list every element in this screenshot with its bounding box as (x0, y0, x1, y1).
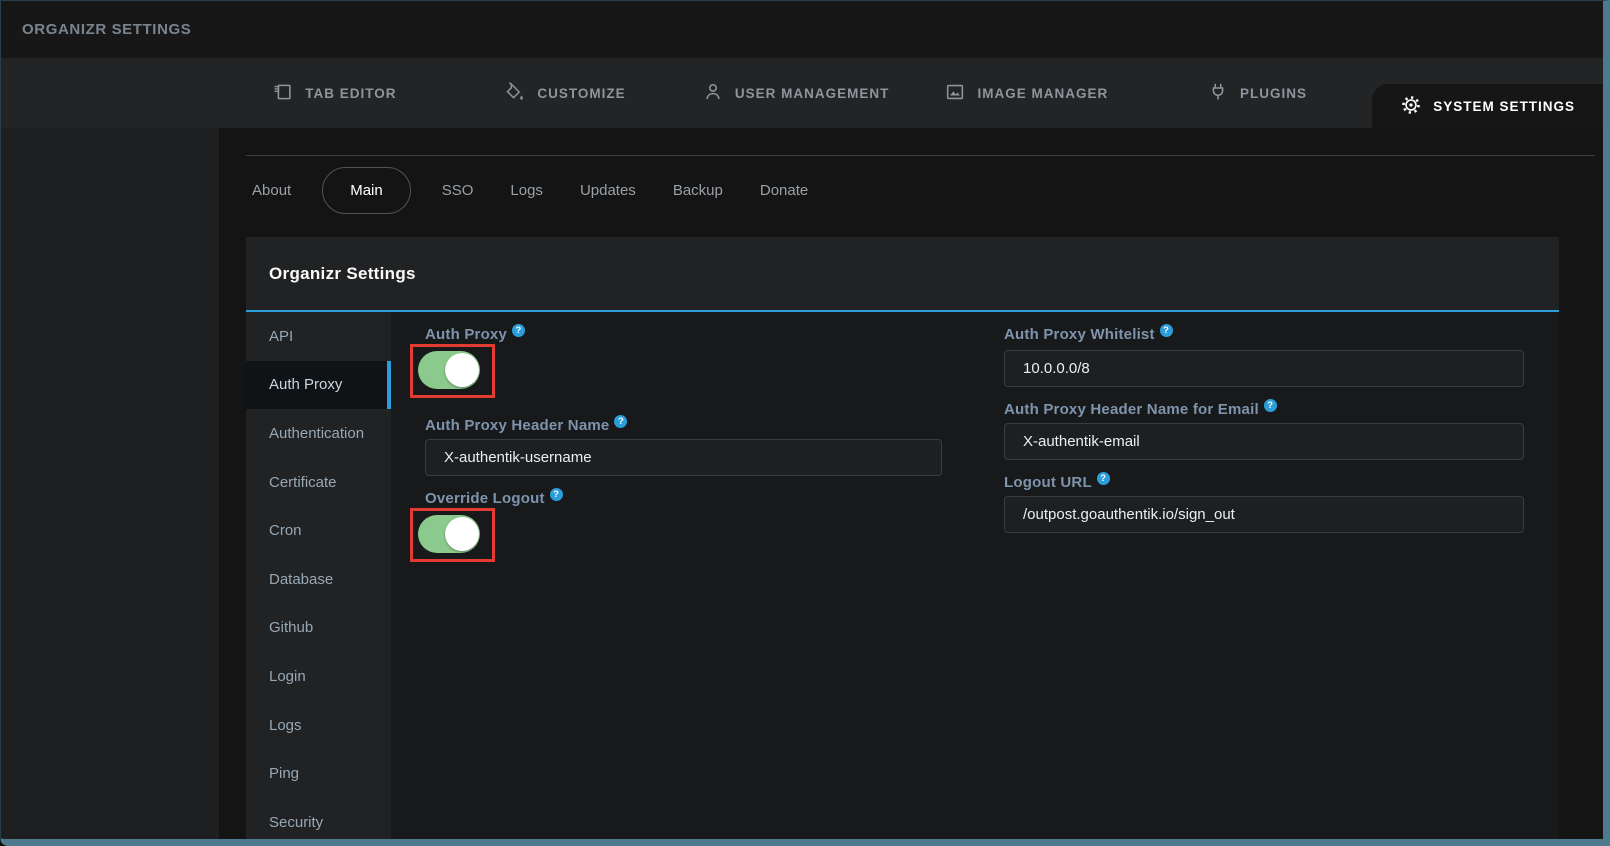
tab-label: SYSTEM SETTINGS (1433, 99, 1575, 114)
menu-item-api[interactable]: API (246, 312, 391, 361)
menu-item-login[interactable]: Login (246, 652, 391, 701)
logout-url-input[interactable] (1004, 496, 1524, 533)
tab-label: USER MANAGEMENT (735, 86, 890, 101)
tab-label: CUSTOMIZE (537, 86, 625, 101)
subtab-donate[interactable]: Donate (754, 182, 814, 199)
field-label: Logout URL? (1004, 472, 1524, 489)
tab-customize[interactable]: CUSTOMIZE (450, 58, 681, 128)
menu-item-authentication[interactable]: Authentication (246, 409, 391, 458)
toggle-knob (445, 353, 479, 387)
system-settings-subtabs: About Main SSO Logs Updates Backup Donat… (219, 156, 1603, 214)
subtab-about[interactable]: About (246, 182, 297, 199)
settings-nav-tabs: TAB EDITOR CUSTOMIZE USER MANAGEMENT IMA… (1, 58, 1603, 128)
tab-label: TAB EDITOR (305, 86, 396, 101)
tab-user-management[interactable]: USER MANAGEMENT (680, 58, 911, 128)
tab-tab-editor[interactable]: TAB EDITOR (219, 58, 450, 128)
menu-item-github[interactable]: Github (246, 604, 391, 653)
plugins-icon (1207, 81, 1229, 106)
customize-icon (504, 81, 526, 106)
tab-image-manager[interactable]: IMAGE MANAGER (911, 58, 1142, 128)
override-logout-toggle[interactable] (418, 515, 480, 553)
menu-item-certificate[interactable]: Certificate (246, 458, 391, 507)
help-icon[interactable]: ? (1264, 399, 1277, 412)
help-icon[interactable]: ? (1160, 324, 1173, 337)
system-settings-icon (1400, 94, 1422, 119)
auth-proxy-header-name-input[interactable] (425, 439, 942, 476)
app-window: ORGANIZR SETTINGS TAB EDITOR CUSTOMIZE U… (0, 0, 1610, 846)
auth-proxy-header-email-input[interactable] (1004, 423, 1524, 460)
subtab-backup[interactable]: Backup (667, 182, 729, 199)
help-icon[interactable]: ? (550, 488, 563, 501)
menu-item-logs[interactable]: Logs (246, 701, 391, 750)
help-icon[interactable]: ? (1097, 472, 1110, 485)
field-label: Auth Proxy Whitelist? (1004, 324, 1524, 341)
organizr-settings-panel: Organizr Settings API Auth Proxy Authent… (246, 237, 1559, 839)
tab-label: PLUGINS (1240, 86, 1307, 101)
tab-system-settings[interactable]: SYSTEM SETTINGS (1372, 84, 1603, 128)
subtab-main[interactable]: Main (322, 167, 411, 214)
panel-header: Organizr Settings (246, 237, 1559, 310)
subtab-sso[interactable]: SSO (436, 182, 480, 199)
menu-item-auth-proxy[interactable]: Auth Proxy (246, 361, 391, 410)
settings-menu: API Auth Proxy Authentication Certificat… (246, 312, 391, 839)
tab-editor-icon (272, 81, 294, 106)
field-label: Auth Proxy? (425, 324, 942, 341)
menu-item-cron[interactable]: Cron (246, 506, 391, 555)
menu-item-ping[interactable]: Ping (246, 749, 391, 798)
subtab-updates[interactable]: Updates (574, 182, 642, 199)
image-manager-icon (944, 81, 966, 106)
tab-plugins[interactable]: PLUGINS (1142, 58, 1373, 128)
help-icon[interactable]: ? (614, 415, 627, 428)
toggle-knob (445, 517, 479, 551)
field-label: Auth Proxy Header Name for Email? (1004, 399, 1524, 416)
top-header-bar: ORGANIZR SETTINGS (1, 1, 1603, 58)
field-label: Auth Proxy Header Name? (425, 415, 942, 432)
help-icon[interactable]: ? (512, 324, 525, 337)
auth-proxy-whitelist-input[interactable] (1004, 350, 1524, 387)
auth-proxy-form: Auth Proxy? Auth Proxy Header Name? Over… (391, 312, 1559, 839)
user-management-icon (702, 81, 724, 106)
auth-proxy-toggle[interactable] (418, 351, 480, 389)
subtab-logs[interactable]: Logs (504, 182, 549, 199)
annotation-highlight-box (410, 508, 495, 562)
field-label: Override Logout? (425, 488, 942, 505)
menu-item-security[interactable]: Security (246, 798, 391, 839)
menu-item-database[interactable]: Database (246, 555, 391, 604)
panel-title: Organizr Settings (269, 264, 416, 284)
app-left-sidebar (1, 128, 219, 839)
tab-label: IMAGE MANAGER (977, 86, 1108, 101)
settings-content: About Main SSO Logs Updates Backup Donat… (219, 128, 1603, 839)
page-title: ORGANIZR SETTINGS (22, 21, 191, 38)
annotation-highlight-box (410, 344, 495, 398)
